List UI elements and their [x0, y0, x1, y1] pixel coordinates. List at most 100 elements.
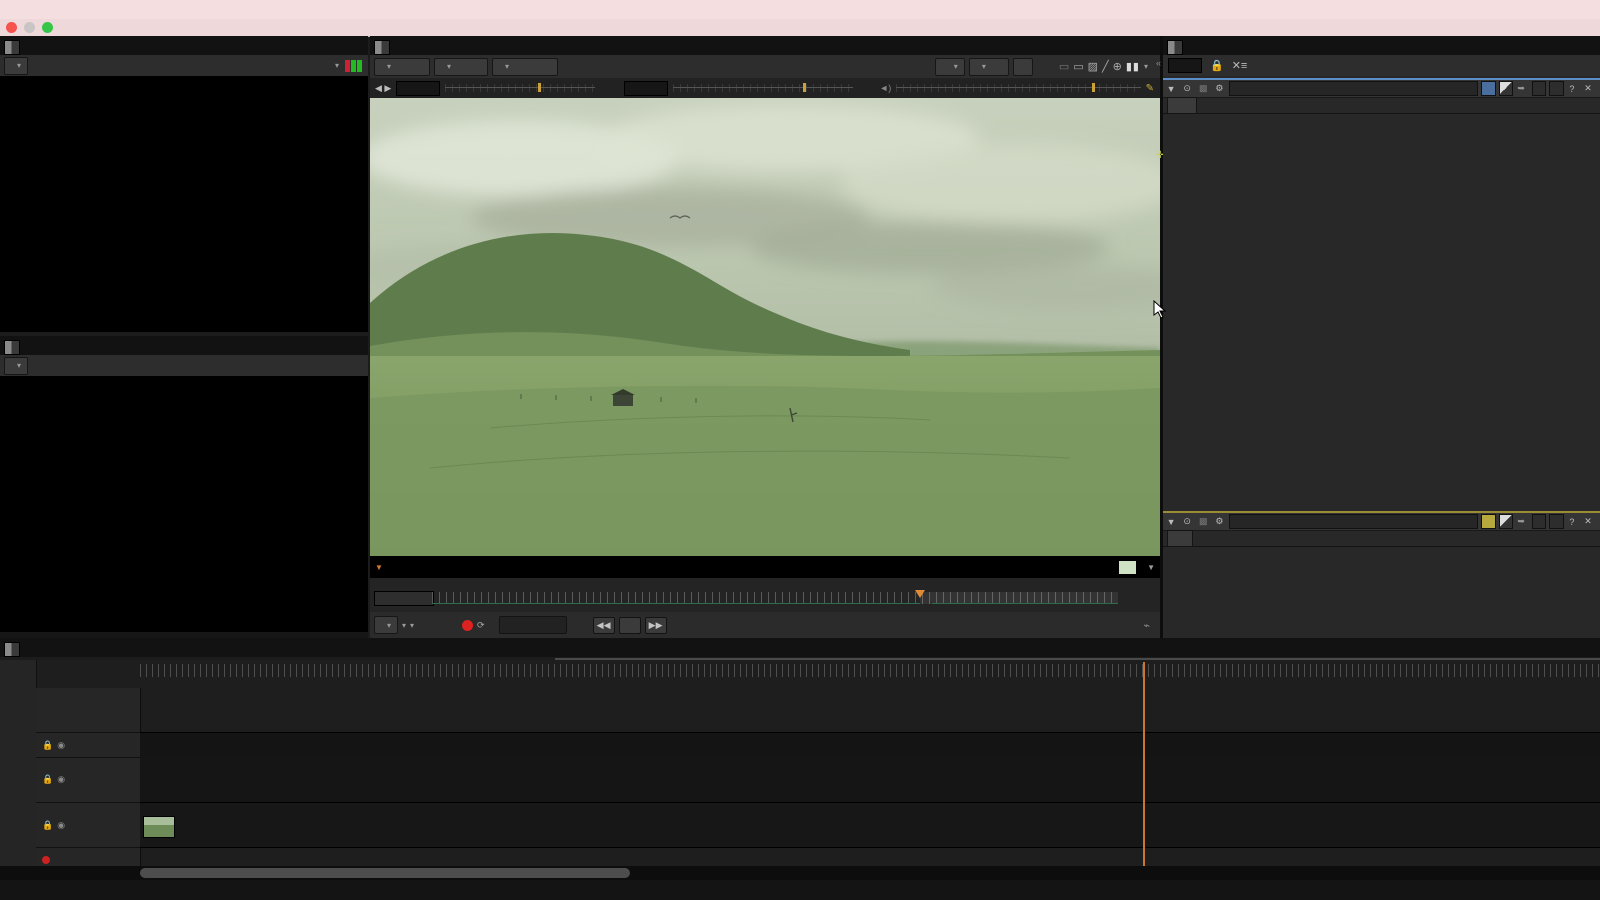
lock-panels-icon[interactable]: 🔒: [1210, 59, 1224, 72]
maximize-panel-icon[interactable]: [1481, 514, 1495, 529]
viewer-zoom-select[interactable]: ▾: [1144, 61, 1148, 72]
track-header-video3[interactable]: 🔒 ◉: [36, 732, 140, 758]
viewer-image[interactable]: [370, 98, 1160, 556]
panel-layout-icon[interactable]: [4, 340, 20, 355]
grade-node-name[interactable]: [1229, 81, 1478, 96]
visibility-icon[interactable]: ◉: [57, 820, 65, 831]
frame-step-value[interactable]: [619, 617, 641, 634]
status-dropdown-icon[interactable]: ▼: [1147, 563, 1155, 572]
max-panels-input[interactable]: [1168, 58, 1202, 73]
viewer-ruler[interactable]: [432, 592, 1118, 604]
timewarp-node-name[interactable]: [1229, 514, 1478, 529]
annotation-pen-icon[interactable]: ✎: [1146, 83, 1154, 94]
viewer-gamma-input[interactable]: [624, 81, 668, 96]
properties-tab-bar: [1163, 36, 1600, 55]
vectorscope-viewer-select[interactable]: ▾: [4, 357, 28, 375]
undo-icon[interactable]: [1532, 514, 1546, 529]
status-expand-icon[interactable]: ▼: [375, 563, 383, 572]
panel-layout-icon[interactable]: [374, 40, 390, 55]
viewer-gamma-slider[interactable]: [673, 82, 853, 94]
viewer-gain-slider[interactable]: [445, 82, 595, 94]
redo-icon[interactable]: [1549, 81, 1563, 96]
properties-body: ▼ ⊙ ▩ ⚙ ➥ ? ✕ ▼ ⊙ ▩ ⚙: [1163, 76, 1600, 638]
panel-splitter-handle[interactable]: «: [1156, 58, 1161, 68]
undo-icon[interactable]: [1532, 81, 1546, 96]
viewer-playhead-marker[interactable]: [915, 590, 925, 598]
record-button[interactable]: [462, 620, 473, 631]
redo-icon[interactable]: [1549, 514, 1563, 529]
step-forward-button[interactable]: ▶▶: [645, 617, 667, 634]
track-reference-lane[interactable]: [140, 803, 1600, 848]
fps-select[interactable]: ▾: [374, 616, 398, 634]
scrollbar-thumb[interactable]: [140, 868, 630, 878]
node-color-icon[interactable]: ▩: [1195, 83, 1211, 94]
waveform-viewer-select[interactable]: ▾: [4, 57, 28, 75]
loop-retime-icon[interactable]: ⟳: [477, 620, 485, 631]
vectorscope-scope: [0, 376, 368, 632]
tc-mode-select[interactable]: ▾: [402, 620, 406, 630]
help-icon[interactable]: ?: [1564, 517, 1580, 527]
timeline-playhead[interactable]: [1143, 662, 1145, 866]
proxy-level-select[interactable]: ◀ ▶: [375, 83, 391, 94]
center-node-icon[interactable]: ⊙: [1179, 83, 1195, 94]
viewer-a-input-select[interactable]: ▾: [935, 58, 965, 76]
waveform-mode-select[interactable]: ▾: [335, 60, 339, 71]
current-timecode[interactable]: [499, 616, 567, 634]
pause-updates-icon[interactable]: ▮▮: [1126, 60, 1140, 73]
help-icon[interactable]: ?: [1564, 84, 1580, 94]
apple-menu[interactable]: [0, 0, 20, 19]
lock-icon[interactable]: 🔒: [42, 820, 53, 831]
viewer-ab-mix-select[interactable]: ▾: [969, 58, 1009, 76]
track-video3-lane[interactable]: [140, 732, 1600, 758]
float-panel-icon[interactable]: [1499, 81, 1513, 96]
lock-icon[interactable]: 🔒: [42, 740, 53, 751]
waveform-controls: ▾ ▾: [0, 55, 368, 77]
viewer-lut-select[interactable]: ▾: [492, 58, 558, 76]
wipe-tool-icon[interactable]: ╱: [1102, 60, 1109, 73]
timewarp-tab[interactable]: [1167, 530, 1193, 547]
gamma-display-icon[interactable]: ▭: [1073, 60, 1083, 73]
roi-icon[interactable]: ⊕: [1113, 60, 1122, 73]
step-back-button[interactable]: ◀◀: [593, 617, 615, 634]
collapse-node-icon[interactable]: ▼: [1163, 84, 1179, 94]
viewer-channels-select[interactable]: ▾: [374, 58, 430, 76]
clear-all-panels-icon[interactable]: ✕≡: [1232, 59, 1248, 72]
zoom-window-button[interactable]: [42, 22, 53, 33]
lock-icon[interactable]: 🔒: [42, 774, 53, 785]
maximize-panel-icon[interactable]: [1481, 81, 1495, 96]
timeline-ruler[interactable]: [140, 664, 1600, 677]
export-knobs-icon[interactable]: ➥: [1513, 516, 1529, 527]
monitor-out-icon[interactable]: ▭: [1059, 60, 1069, 73]
node-color-icon[interactable]: ▩: [1195, 516, 1211, 527]
viewer-volume-slider[interactable]: [896, 82, 1140, 94]
track-header-reference[interactable]: 🔒 ◉: [36, 803, 140, 848]
panel-layout-icon[interactable]: [1167, 40, 1183, 55]
export-knobs-icon[interactable]: ➥: [1513, 83, 1529, 94]
collapse-node-icon[interactable]: ▼: [1163, 517, 1179, 527]
minimize-window-button[interactable]: [24, 22, 35, 33]
panel-layout-icon[interactable]: [4, 40, 20, 55]
close-panel-icon[interactable]: ✕: [1580, 83, 1596, 94]
wrench-icon[interactable]: ⚙: [1211, 516, 1227, 527]
track-header-anchor30v1[interactable]: 🔒 ◉: [36, 757, 140, 803]
viewer-gain-input[interactable]: [396, 81, 440, 96]
reference-clip-thumb[interactable]: [143, 816, 175, 838]
track-anchor30v1-lane[interactable]: [140, 757, 1600, 803]
grade-tab[interactable]: [1167, 97, 1197, 114]
close-panel-icon[interactable]: ✕: [1580, 516, 1596, 527]
visibility-icon[interactable]: ◉: [57, 740, 65, 751]
close-window-button[interactable]: [6, 22, 17, 33]
wrench-icon[interactable]: ⚙: [1211, 83, 1227, 94]
checker-background-icon[interactable]: ▨: [1088, 60, 1098, 73]
panel-layout-icon[interactable]: [4, 642, 20, 657]
visibility-icon[interactable]: ◉: [57, 774, 65, 785]
viewer-b-input-select[interactable]: [1013, 58, 1033, 76]
timeline-scrollbar[interactable]: [0, 866, 1600, 880]
float-panel-icon[interactable]: [1499, 514, 1513, 529]
viewer-display-select[interactable]: ▾: [434, 58, 488, 76]
sync-mode-select[interactable]: ▾: [410, 620, 414, 630]
center-node-icon[interactable]: ⊙: [1179, 516, 1195, 527]
vectorscope-tab-bar: [0, 336, 368, 355]
app-menu[interactable]: [20, 0, 40, 19]
volume-slider-icon[interactable]: ◄): [879, 83, 891, 93]
